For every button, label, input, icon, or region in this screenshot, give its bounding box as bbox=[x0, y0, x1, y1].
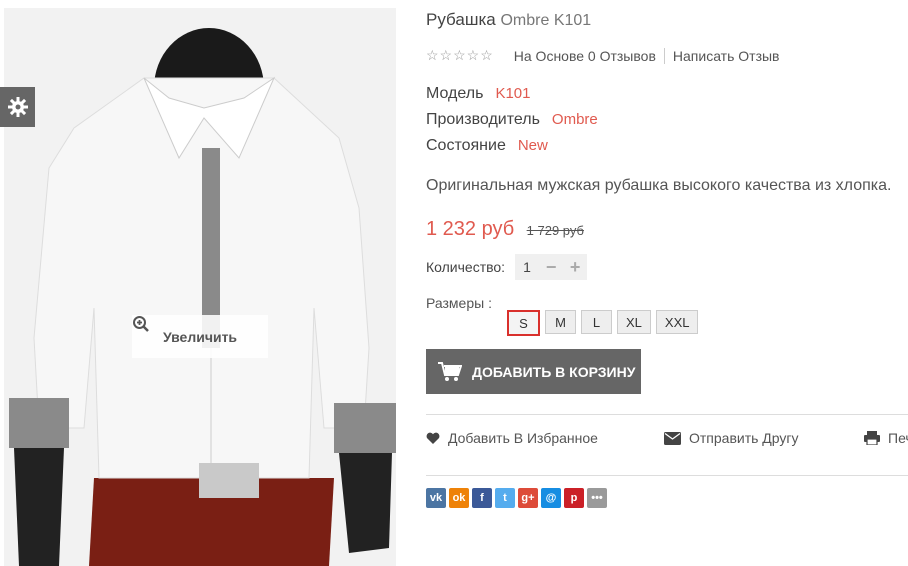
size-option-xxl[interactable]: XXL bbox=[655, 310, 699, 334]
odnoklassniki-share-icon[interactable]: ok bbox=[449, 488, 469, 508]
settings-tab[interactable] bbox=[0, 87, 35, 127]
price-current: 1 232 руб bbox=[426, 218, 515, 240]
quantity-input[interactable]: 1 bbox=[515, 254, 540, 280]
size-options: S M L XL XXL bbox=[507, 310, 699, 336]
vk-share-icon[interactable]: vk bbox=[426, 488, 446, 508]
gear-icon bbox=[7, 97, 28, 117]
print-link[interactable]: Печ bbox=[864, 430, 908, 446]
condition-row: Состояние New bbox=[426, 137, 548, 155]
print-label: Печ bbox=[888, 430, 908, 446]
divider bbox=[663, 47, 665, 64]
size-option-s[interactable]: S bbox=[507, 310, 540, 336]
rating-row: ☆☆☆☆☆ На Основе 0 Отзывов Написать Отзыв bbox=[426, 47, 779, 64]
add-to-cart-label: ДОБАВИТЬ В КОРЗИНУ bbox=[472, 363, 636, 380]
product-name: Рубашка bbox=[426, 10, 496, 29]
model-value: K101 bbox=[495, 85, 531, 102]
model-label: Модель bbox=[426, 85, 484, 102]
product-title: Рубашка Ombre K101 bbox=[426, 10, 591, 30]
model-row: Модель K101 bbox=[426, 85, 530, 103]
manufacturer-row: Производитель Ombre bbox=[426, 111, 598, 129]
add-to-cart-button[interactable]: ДОБАВИТЬ В КОРЗИНУ bbox=[426, 349, 641, 394]
quantity-minus-button[interactable]: − bbox=[539, 254, 564, 280]
product-actions: Добавить В Избранное Отправить Другу Печ bbox=[426, 430, 908, 446]
divider bbox=[426, 414, 908, 415]
write-review-link[interactable]: Написать Отзыв bbox=[673, 48, 780, 64]
twitter-share-icon[interactable]: t bbox=[495, 488, 515, 508]
reviews-link[interactable]: На Основе 0 Отзывов bbox=[514, 48, 656, 64]
product-code: Ombre K101 bbox=[500, 12, 592, 29]
zoom-label: Увеличить bbox=[162, 328, 238, 345]
zoom-in-icon bbox=[133, 316, 149, 332]
condition-label: Состояние bbox=[426, 137, 506, 154]
google-plus-share-icon[interactable]: g+ bbox=[518, 488, 538, 508]
send-friend-link[interactable]: Отправить Другу bbox=[664, 430, 864, 446]
shirt-illustration bbox=[4, 8, 396, 566]
price-block: 1 232 руб 1 729 руб bbox=[426, 218, 584, 241]
quantity-plus-button[interactable]: + bbox=[563, 254, 588, 280]
printer-icon bbox=[864, 431, 880, 445]
quantity-label: Количество: bbox=[426, 259, 506, 275]
size-option-xl[interactable]: XL bbox=[617, 310, 651, 334]
heart-icon bbox=[426, 432, 440, 444]
zoom-button[interactable]: Увеличить bbox=[132, 315, 268, 358]
manufacturer-link[interactable]: Ombre bbox=[552, 111, 598, 128]
size-option-l[interactable]: L bbox=[581, 310, 612, 334]
send-friend-label: Отправить Другу bbox=[689, 430, 799, 446]
product-description: Оригинальная мужская рубашка высокого ка… bbox=[426, 177, 892, 194]
facebook-share-icon[interactable]: f bbox=[472, 488, 492, 508]
social-share-buttons: vk ok f t g+ @ p ••• bbox=[426, 488, 607, 508]
product-image[interactable]: Увеличить bbox=[4, 8, 396, 566]
quantity-row: Количество: 1 − + bbox=[426, 254, 588, 280]
wishlist-label: Добавить В Избранное bbox=[448, 430, 598, 446]
rating-stars: ☆☆☆☆☆ bbox=[426, 47, 494, 63]
cart-icon bbox=[438, 361, 462, 381]
pinterest-share-icon[interactable]: p bbox=[564, 488, 584, 508]
size-option-m[interactable]: M bbox=[545, 310, 576, 334]
more-share-icon[interactable]: ••• bbox=[587, 488, 607, 508]
mail-share-icon[interactable]: @ bbox=[541, 488, 561, 508]
condition-value: New bbox=[517, 137, 548, 154]
price-old: 1 729 руб bbox=[526, 223, 584, 238]
sizes-label: Размеры : bbox=[426, 295, 492, 311]
manufacturer-label: Производитель bbox=[426, 111, 540, 128]
envelope-icon bbox=[664, 431, 681, 445]
wishlist-link[interactable]: Добавить В Избранное bbox=[426, 430, 664, 446]
divider bbox=[426, 475, 908, 476]
quantity-stepper: 1 − + bbox=[515, 254, 588, 280]
